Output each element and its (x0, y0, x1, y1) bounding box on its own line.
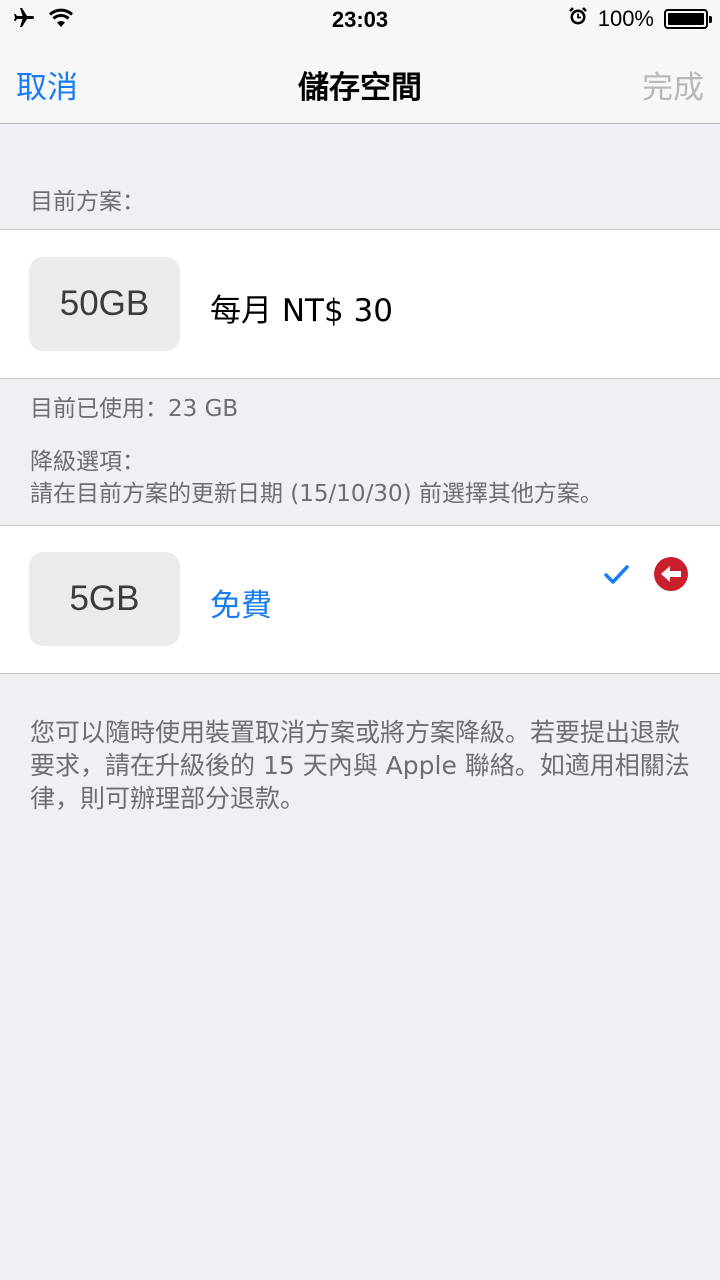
refund-note: 您可以隨時使用裝置取消方案或將方案降級。若要提出退款要求，請在升級後的 15 天… (30, 718, 690, 813)
downgrade-instruction: 請在目前方案的更新日期 (15/10/30) 前選擇其他方案。 (30, 481, 603, 507)
usage-text: 目前已使用：23 GB (30, 396, 239, 422)
downgrade-option-row[interactable]: 5GB 免費 (0, 525, 720, 674)
current-plan-cell: 50GB 每月 NT$ 30 (0, 229, 720, 379)
downgrade-arrow-icon[interactable] (653, 556, 689, 592)
navigation-bar: 取消 儲存空間 完成 (0, 40, 720, 124)
option-price: 免費 (210, 588, 272, 624)
current-plan-size-badge: 50GB (29, 257, 180, 351)
current-plan-price: 每月 NT$ 30 (210, 293, 394, 329)
current-plan-header: 目前方案： (30, 189, 145, 215)
option-size-badge: 5GB (29, 552, 180, 646)
downgrade-header: 降級選項： (30, 449, 145, 475)
battery-icon (664, 9, 712, 29)
page-title: 儲存空間 (298, 70, 422, 106)
done-button[interactable]: 完成 (642, 62, 704, 107)
battery-percent: 100% (597, 6, 654, 31)
alarm-icon (568, 6, 588, 32)
checkmark-icon (604, 565, 629, 584)
status-bar: 23:03 100% (0, 0, 720, 40)
